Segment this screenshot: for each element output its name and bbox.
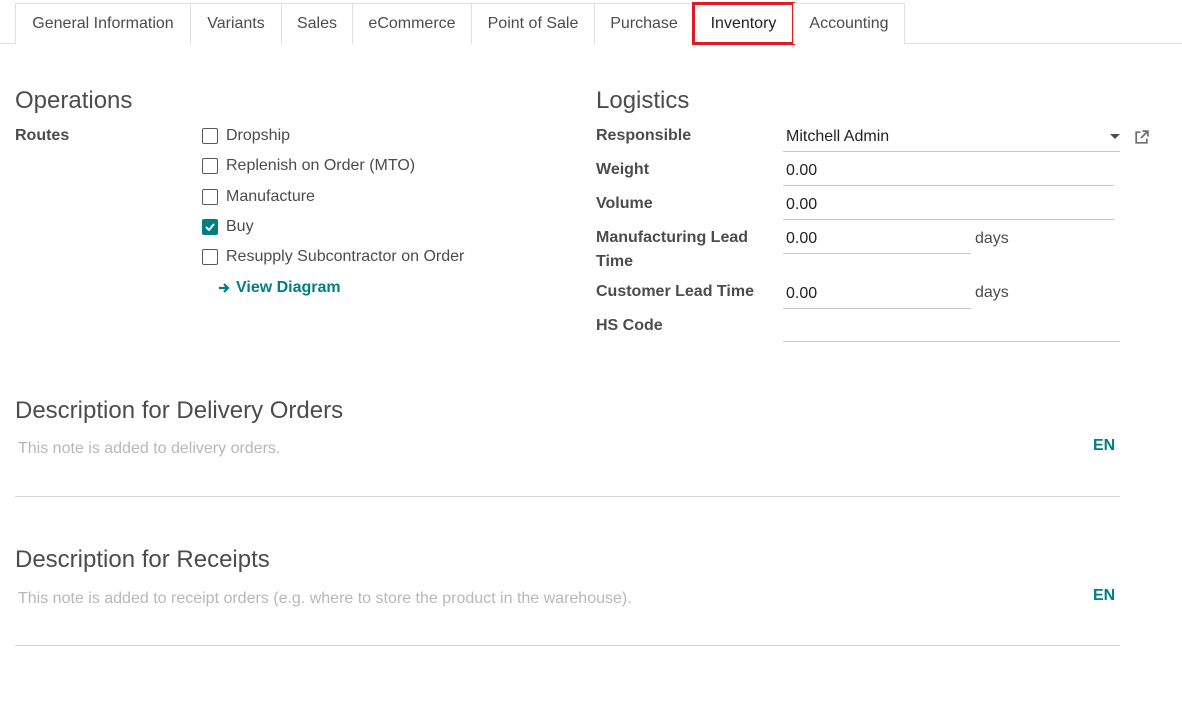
hs-code-input[interactable] <box>783 312 1120 342</box>
tab-bar: General Information Variants Sales eComm… <box>0 0 1182 45</box>
checkbox[interactable] <box>202 189 218 205</box>
delivery-description-input[interactable]: This note is added to delivery orders. <box>18 440 280 458</box>
receipt-description-lang-button[interactable]: EN <box>1093 587 1115 605</box>
route-mto[interactable]: Replenish on Order (MTO) <box>202 156 415 176</box>
route-label: Manufacture <box>226 188 315 205</box>
volume-label: Volume <box>596 195 653 212</box>
volume-value: 0.00 <box>786 195 818 213</box>
arrow-right-icon <box>219 283 230 293</box>
tab-point-of-sale[interactable]: Point of Sale <box>471 3 595 44</box>
volume-input[interactable]: 0.00 <box>783 190 1114 220</box>
routes-label: Routes <box>15 127 70 144</box>
delivery-description-lang-button[interactable]: EN <box>1093 437 1115 455</box>
checkbox-checked[interactable] <box>202 219 218 235</box>
customer-lead-time-input[interactable]: 0.00 <box>783 279 971 309</box>
route-manufacture[interactable]: Manufacture <box>202 187 315 207</box>
checkbox[interactable] <box>202 128 218 144</box>
weight-input[interactable]: 0.00 <box>783 156 1114 186</box>
customer-lead-time-value: 0.00 <box>786 284 818 302</box>
responsible-label: Responsible <box>596 127 692 144</box>
operations-heading: Operations <box>15 87 133 114</box>
receipt-description-underline <box>15 645 1120 646</box>
responsible-value: Mitchell Admin <box>786 127 890 145</box>
mfg-lead-time-input[interactable]: 0.00 <box>783 224 971 254</box>
hs-code-label: HS Code <box>596 317 663 334</box>
mfg-lead-time-label-line2: Time <box>596 253 634 270</box>
view-diagram-label: View Diagram <box>236 279 341 296</box>
tab-ecommerce[interactable]: eCommerce <box>352 3 472 44</box>
weight-label: Weight <box>596 161 650 178</box>
check-icon <box>205 223 215 231</box>
responsible-select[interactable]: Mitchell Admin <box>783 122 1120 152</box>
checkbox[interactable] <box>202 158 218 174</box>
mfg-lead-time-label: Manufacturing Lead Time <box>596 226 748 274</box>
tab-inventory[interactable]: Inventory <box>692 2 795 45</box>
route-dropship[interactable]: Dropship <box>202 126 290 146</box>
route-label: Replenish on Order (MTO) <box>226 157 416 174</box>
checkbox[interactable] <box>202 249 218 265</box>
tab-general-information[interactable]: General Information <box>15 3 191 44</box>
receipt-description-heading: Description for Receipts <box>15 546 270 573</box>
logistics-heading: Logistics <box>596 87 690 114</box>
mfg-lead-time-label-line1: Manufacturing Lead <box>596 229 749 246</box>
chevron-down-icon[interactable] <box>1110 134 1120 139</box>
receipt-description-input[interactable]: This note is added to receipt orders (e.… <box>18 590 632 608</box>
route-buy[interactable]: Buy <box>202 217 254 237</box>
tab-accounting[interactable]: Accounting <box>793 3 905 44</box>
weight-value: 0.00 <box>786 161 818 179</box>
route-label: Buy <box>226 218 254 235</box>
tab-purchase[interactable]: Purchase <box>594 3 694 44</box>
route-label: Resupply Subcontractor on Order <box>226 248 465 265</box>
route-resupply-subcontractor[interactable]: Resupply Subcontractor on Order <box>202 247 464 267</box>
external-link-icon[interactable] <box>1133 129 1150 146</box>
route-label: Dropship <box>226 127 291 144</box>
tab-variants[interactable]: Variants <box>190 3 282 44</box>
customer-lead-time-unit: days <box>975 284 1009 301</box>
delivery-description-underline <box>15 496 1120 497</box>
mfg-lead-time-value: 0.00 <box>786 229 818 247</box>
delivery-description-heading: Description for Delivery Orders <box>15 397 344 424</box>
tab-sales[interactable]: Sales <box>281 3 353 44</box>
customer-lead-time-label: Customer Lead Time <box>596 283 754 300</box>
view-diagram-link[interactable]: View Diagram <box>218 279 341 297</box>
mfg-lead-time-unit: days <box>975 230 1009 247</box>
